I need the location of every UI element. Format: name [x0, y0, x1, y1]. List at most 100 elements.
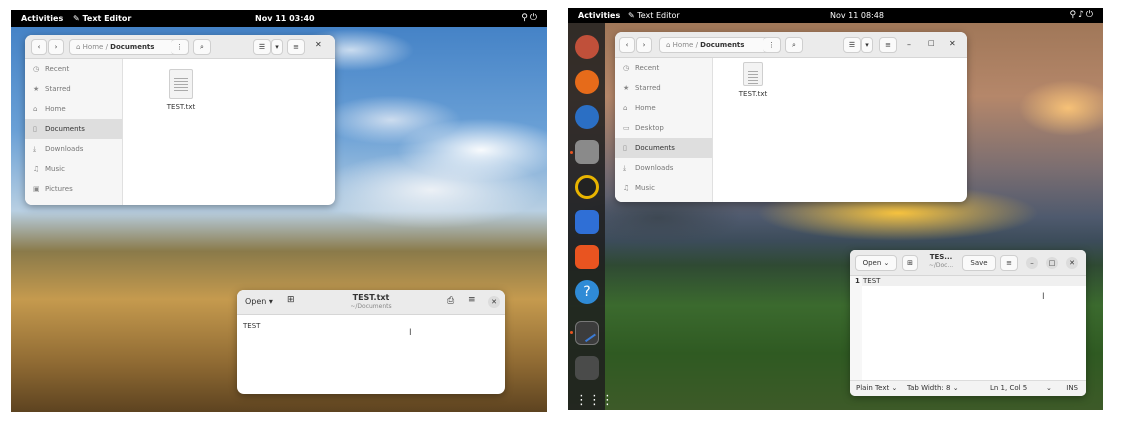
maximize-button[interactable]: □: [928, 39, 935, 47]
open-button[interactable]: Open ▾: [245, 297, 273, 306]
menu-button[interactable]: ≡: [1000, 255, 1018, 271]
list-view-icon: ☰: [258, 43, 266, 51]
recent-icon: ◷: [33, 65, 40, 73]
search-button[interactable]: ⌕: [193, 39, 211, 55]
file-item[interactable]: TEST.txt: [161, 69, 201, 111]
minimize-button[interactable]: –: [1026, 257, 1038, 269]
sidebar-item-recent[interactable]: ◷ Recent: [25, 59, 122, 79]
show-apps-icon[interactable]: ⋮⋮⋮: [575, 389, 614, 410]
dock-rhythmbox-icon[interactable]: [575, 175, 599, 199]
dock-firefox-icon[interactable]: [575, 70, 599, 94]
pencil-icon: [578, 323, 596, 343]
close-button[interactable]: ✕: [315, 40, 322, 49]
view-list-button[interactable]: ☰: [843, 37, 861, 53]
app-menu[interactable]: ✎ Text Editor: [73, 14, 131, 23]
activities-button[interactable]: Activities: [21, 14, 63, 23]
network-icon: ⚲: [1069, 10, 1079, 20]
menu-button[interactable]: ≡: [287, 39, 305, 55]
new-tab-button[interactable]: ⊞: [287, 295, 295, 305]
dock-help-icon[interactable]: ?: [575, 280, 599, 304]
dock-text-editor-icon[interactable]: [575, 321, 599, 345]
sidebar-item-documents[interactable]: ▯ Documents: [25, 119, 122, 139]
sidebar-item-home[interactable]: ⌂ Home: [25, 99, 122, 119]
dock-files-icon[interactable]: [575, 140, 599, 164]
editor-text[interactable]: TEST: [243, 322, 260, 330]
new-tab-button[interactable]: ⊞: [902, 255, 918, 271]
view-options-button[interactable]: ▾: [271, 39, 283, 55]
view-list-button[interactable]: ☰: [253, 39, 271, 55]
activities-button[interactable]: Activities: [578, 11, 620, 20]
save-icon: ⎙: [447, 296, 455, 306]
dock-thunderbird-icon[interactable]: [575, 105, 599, 129]
sidebar-item-label: Downloads: [45, 145, 84, 153]
sidebar-item-starred[interactable]: ★ Starred: [615, 78, 712, 98]
hamburger-icon: ≡: [885, 41, 891, 49]
path-menu-button[interactable]: ⋮: [171, 39, 189, 55]
document-path: ~/Doc...: [928, 262, 954, 269]
path-current[interactable]: Documents: [110, 43, 154, 51]
power-icon: ⏻: [529, 13, 539, 23]
editor-text[interactable]: TEST: [863, 277, 880, 285]
maximize-icon: □: [928, 39, 935, 47]
minimize-icon: –: [1030, 259, 1034, 267]
dock-writer-icon[interactable]: [575, 210, 599, 234]
system-tray[interactable]: ⚲♪⏻: [1070, 10, 1095, 20]
system-tray[interactable]: ⚲⏻: [521, 13, 539, 23]
sidebar-item-downloads[interactable]: ⤓ Downloads: [25, 139, 122, 159]
sidebar-item-label: Recent: [45, 65, 70, 73]
search-button[interactable]: ⌕: [785, 37, 803, 53]
dock-software-icon[interactable]: [575, 245, 599, 269]
maximize-button[interactable]: □: [1046, 257, 1058, 269]
sidebar-item-label: Documents: [635, 144, 675, 152]
dock-trash-icon[interactable]: [575, 356, 599, 380]
forward-button[interactable]: ›: [636, 37, 652, 53]
star-icon: ★: [623, 84, 630, 92]
sidebar-item-music[interactable]: ♫ Music: [25, 159, 122, 179]
close-icon: ✕: [491, 298, 497, 306]
app-menu[interactable]: ✎ Text Editor: [628, 11, 680, 20]
path-home[interactable]: Home: [83, 43, 104, 51]
path-current[interactable]: Documents: [700, 41, 744, 49]
sidebar-item-starred[interactable]: ★ Starred: [25, 79, 122, 99]
tab-width-selector[interactable]: Tab Width: 8 ⌄: [907, 381, 959, 396]
clock[interactable]: Nov 11 08:48: [830, 11, 884, 20]
download-icon: ⤓: [623, 164, 627, 172]
sidebar-item-pictures[interactable]: ▣ Pictures: [25, 179, 122, 199]
back-button[interactable]: ‹: [31, 39, 47, 55]
path-menu-button[interactable]: ⋮: [763, 37, 781, 53]
sidebar-item-downloads[interactable]: ⤓ Downloads: [615, 158, 712, 178]
language-selector[interactable]: Plain Text ⌄: [856, 381, 897, 396]
running-indicator: [570, 331, 573, 334]
sidebar-item-recent[interactable]: ◷ Recent: [615, 58, 712, 78]
close-button[interactable]: ✕: [949, 39, 956, 48]
position-menu-button[interactable]: ⌄: [1046, 381, 1052, 396]
music-icon: ♫: [33, 165, 40, 173]
sidebar-item-documents[interactable]: ▯ Documents: [615, 138, 712, 158]
line-number: 1: [855, 277, 860, 285]
menu-button[interactable]: ≡: [879, 37, 897, 53]
open-button[interactable]: Open ⌄: [855, 255, 897, 271]
path-home[interactable]: Home: [673, 41, 694, 49]
back-button[interactable]: ‹: [619, 37, 635, 53]
close-button[interactable]: ✕: [488, 296, 500, 308]
save-button[interactable]: Save: [962, 255, 996, 271]
menu-button[interactable]: ≡: [468, 295, 476, 305]
editor-window: Open ⌄ ⊞ TES... ~/Doc... Save ≡ – □ ✕ 1 …: [850, 250, 1086, 396]
minimize-button[interactable]: –: [907, 40, 911, 49]
top-bar: Activities ✎ Text Editor Nov 11 08:48 ⚲♪…: [568, 8, 1103, 23]
sidebar-item-desktop[interactable]: ▭ Desktop: [615, 118, 712, 138]
forward-button[interactable]: ›: [48, 39, 64, 55]
view-options-button[interactable]: ▾: [861, 37, 873, 53]
chevron-down-icon: ⌄: [891, 384, 898, 392]
hamburger-icon: ≡: [293, 43, 299, 51]
close-button[interactable]: ✕: [1066, 257, 1078, 269]
files-sidebar: ◷ Recent ★ Starred ⌂ Home ▯ Documents ⤓ Downloads…: [25, 59, 123, 205]
dock-app-ubuntu-icon[interactable]: [575, 35, 599, 59]
file-item[interactable]: TEST.txt: [733, 62, 773, 98]
sidebar-item-music[interactable]: ♫ Music: [615, 178, 712, 198]
text-editor-icon: ✎: [73, 14, 83, 23]
save-button[interactable]: ⎙: [447, 296, 454, 306]
clock[interactable]: Nov 11 03:40: [255, 14, 315, 23]
sidebar-item-home[interactable]: ⌂ Home: [615, 98, 712, 118]
power-icon: ⏻: [1085, 10, 1095, 20]
